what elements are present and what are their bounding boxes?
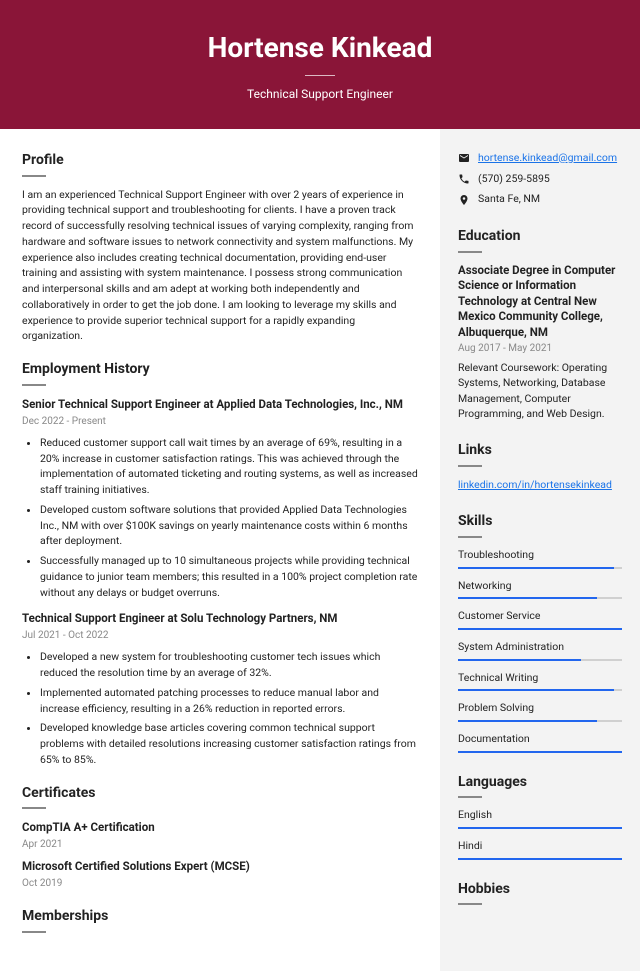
education-section: Education Associate Degree in Computer S… (458, 227, 622, 421)
languages-section: Languages English Hindi (458, 773, 622, 860)
job-dates: Jul 2021 - Oct 2022 (22, 629, 418, 643)
cert-title: Microsoft Certified Solutions Expert (MC… (22, 858, 418, 874)
job-bullets: Developed a new system for troubleshooti… (22, 649, 418, 767)
skills-section: Skills Troubleshooting Networking Customer… (458, 512, 622, 752)
skill-name: Networking (458, 579, 622, 594)
skill-name: Technical Writing (458, 671, 622, 686)
job-bullet: Developed a new system for troubleshooti… (40, 649, 418, 681)
skill-name: System Administration (458, 640, 622, 655)
skill-name: Problem Solving (458, 701, 622, 716)
underline (22, 175, 46, 177)
phone-icon (458, 173, 470, 185)
job-bullet: Developed knowledge base articles coveri… (40, 720, 418, 767)
sidebar: hortense.kinkead@gmail.com (570) 259-589… (440, 129, 640, 971)
lang-name: Hindi (458, 839, 622, 854)
lang-bar (458, 827, 622, 829)
header-rule (305, 75, 335, 76)
contact-phone-row: (570) 259-5895 (458, 172, 622, 187)
contact-location: Santa Fe, NM (478, 192, 540, 207)
underline (458, 903, 482, 905)
skill-bar (458, 720, 622, 722)
job-bullet: Successfully managed up to 10 simultaneo… (40, 553, 418, 600)
job-title: Technical Support Engineer (0, 86, 640, 103)
skill-bar (458, 751, 622, 753)
job-title: Technical Support Engineer at Solu Techn… (22, 610, 418, 626)
links-section: Links linkedin.com/in/hortensekinkead (458, 441, 622, 492)
skill-name: Documentation (458, 732, 622, 747)
main-column: Profile I am an experienced Technical Su… (0, 129, 440, 971)
contact-phone: (570) 259-5895 (478, 172, 550, 187)
email-icon (458, 152, 470, 164)
lang-name: English (458, 808, 622, 823)
lang-bar (458, 858, 622, 860)
job-bullet: Reduced customer support call wait times… (40, 435, 418, 498)
job-bullets: Reduced customer support call wait times… (22, 435, 418, 601)
skill-bar (458, 567, 622, 569)
memberships-heading: Memberships (22, 907, 418, 927)
education-desc: Relevant Coursework: Operating Systems, … (458, 360, 622, 421)
skill-bar (458, 628, 622, 630)
profile-text: I am an experienced Technical Support En… (22, 187, 418, 345)
name: Hortense Kinkead (0, 28, 640, 67)
skill-bar (458, 659, 622, 661)
underline (458, 251, 482, 253)
job-title: Senior Technical Support Engineer at App… (22, 396, 418, 412)
cert-date: Oct 2019 (22, 877, 418, 891)
underline (458, 465, 482, 467)
employment-section: Employment History Senior Technical Supp… (22, 360, 418, 768)
hobbies-heading: Hobbies (458, 880, 622, 900)
profile-section: Profile I am an experienced Technical Su… (22, 151, 418, 344)
profile-heading: Profile (22, 151, 418, 171)
location-icon (458, 194, 470, 206)
contact-email-row: hortense.kinkead@gmail.com (458, 151, 622, 166)
skills-heading: Skills (458, 512, 622, 532)
skill-bar (458, 597, 622, 599)
links-heading: Links (458, 441, 622, 461)
job-dates: Dec 2022 - Present (22, 415, 418, 429)
header: Hortense Kinkead Technical Support Engin… (0, 0, 640, 129)
education-heading: Education (458, 227, 622, 247)
contact-email[interactable]: hortense.kinkead@gmail.com (478, 151, 617, 166)
memberships-section: Memberships (22, 907, 418, 933)
languages-heading: Languages (458, 773, 622, 793)
skill-name: Troubleshooting (458, 548, 622, 563)
contact-section: hortense.kinkead@gmail.com (570) 259-589… (458, 151, 622, 207)
skill-name: Customer Service (458, 609, 622, 624)
underline (22, 384, 46, 386)
education-title: Associate Degree in Computer Science or … (458, 263, 622, 341)
job-bullet: Developed custom software solutions that… (40, 502, 418, 549)
cert-title: CompTIA A+ Certification (22, 819, 418, 835)
underline (458, 536, 482, 538)
underline (458, 796, 482, 798)
job-bullet: Implemented automated patching processes… (40, 685, 418, 717)
contact-location-row: Santa Fe, NM (458, 192, 622, 207)
employment-heading: Employment History (22, 360, 418, 380)
skill-bar (458, 689, 622, 691)
underline (22, 931, 46, 933)
certificates-section: Certificates CompTIA A+ Certification Apr… (22, 784, 418, 892)
underline (22, 807, 46, 809)
hobbies-section: Hobbies (458, 880, 622, 906)
linkedin-link[interactable]: linkedin.com/in/hortensekinkead (458, 478, 612, 491)
cert-date: Apr 2021 (22, 838, 418, 852)
certificates-heading: Certificates (22, 784, 418, 804)
education-dates: Aug 2017 - May 2021 (458, 342, 622, 356)
